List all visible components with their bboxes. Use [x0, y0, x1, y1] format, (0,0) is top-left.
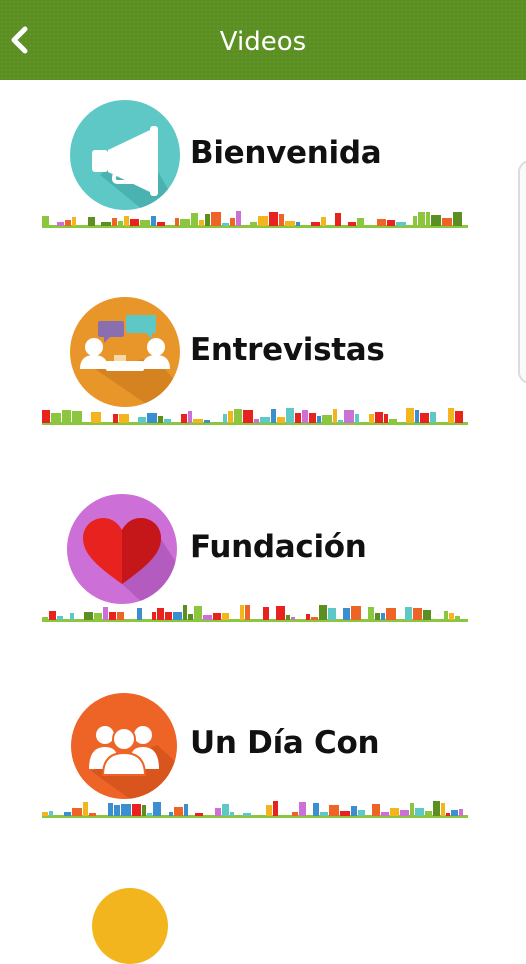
heart-icon [67, 494, 177, 604]
item-label: Entrevistas [190, 332, 385, 368]
decorative-strip [42, 605, 468, 622]
decorative-strip [42, 801, 468, 818]
page-title: Videos [219, 27, 307, 57]
decorative-strip [42, 211, 468, 228]
item-label: Un Día Con [190, 725, 380, 761]
list-item-un-dia-con[interactable]: Un Día Con [40, 670, 470, 820]
item-label: Bienvenida [190, 135, 382, 171]
side-drawer-handle[interactable] [518, 160, 526, 384]
people-group-icon [71, 693, 177, 799]
megaphone-icon [70, 100, 180, 210]
list-item-bienvenida[interactable]: Bienvenida [40, 80, 470, 230]
list-item-entrevistas[interactable]: Entrevistas [40, 277, 470, 427]
item-label: Fundación [190, 529, 367, 565]
app-bar: Videos [0, 0, 526, 80]
list-item-fundacion[interactable]: Fundación [40, 474, 470, 624]
partial-list-item-icon[interactable] [92, 888, 168, 964]
interview-icon [70, 297, 180, 407]
decorative-strip [42, 408, 468, 425]
